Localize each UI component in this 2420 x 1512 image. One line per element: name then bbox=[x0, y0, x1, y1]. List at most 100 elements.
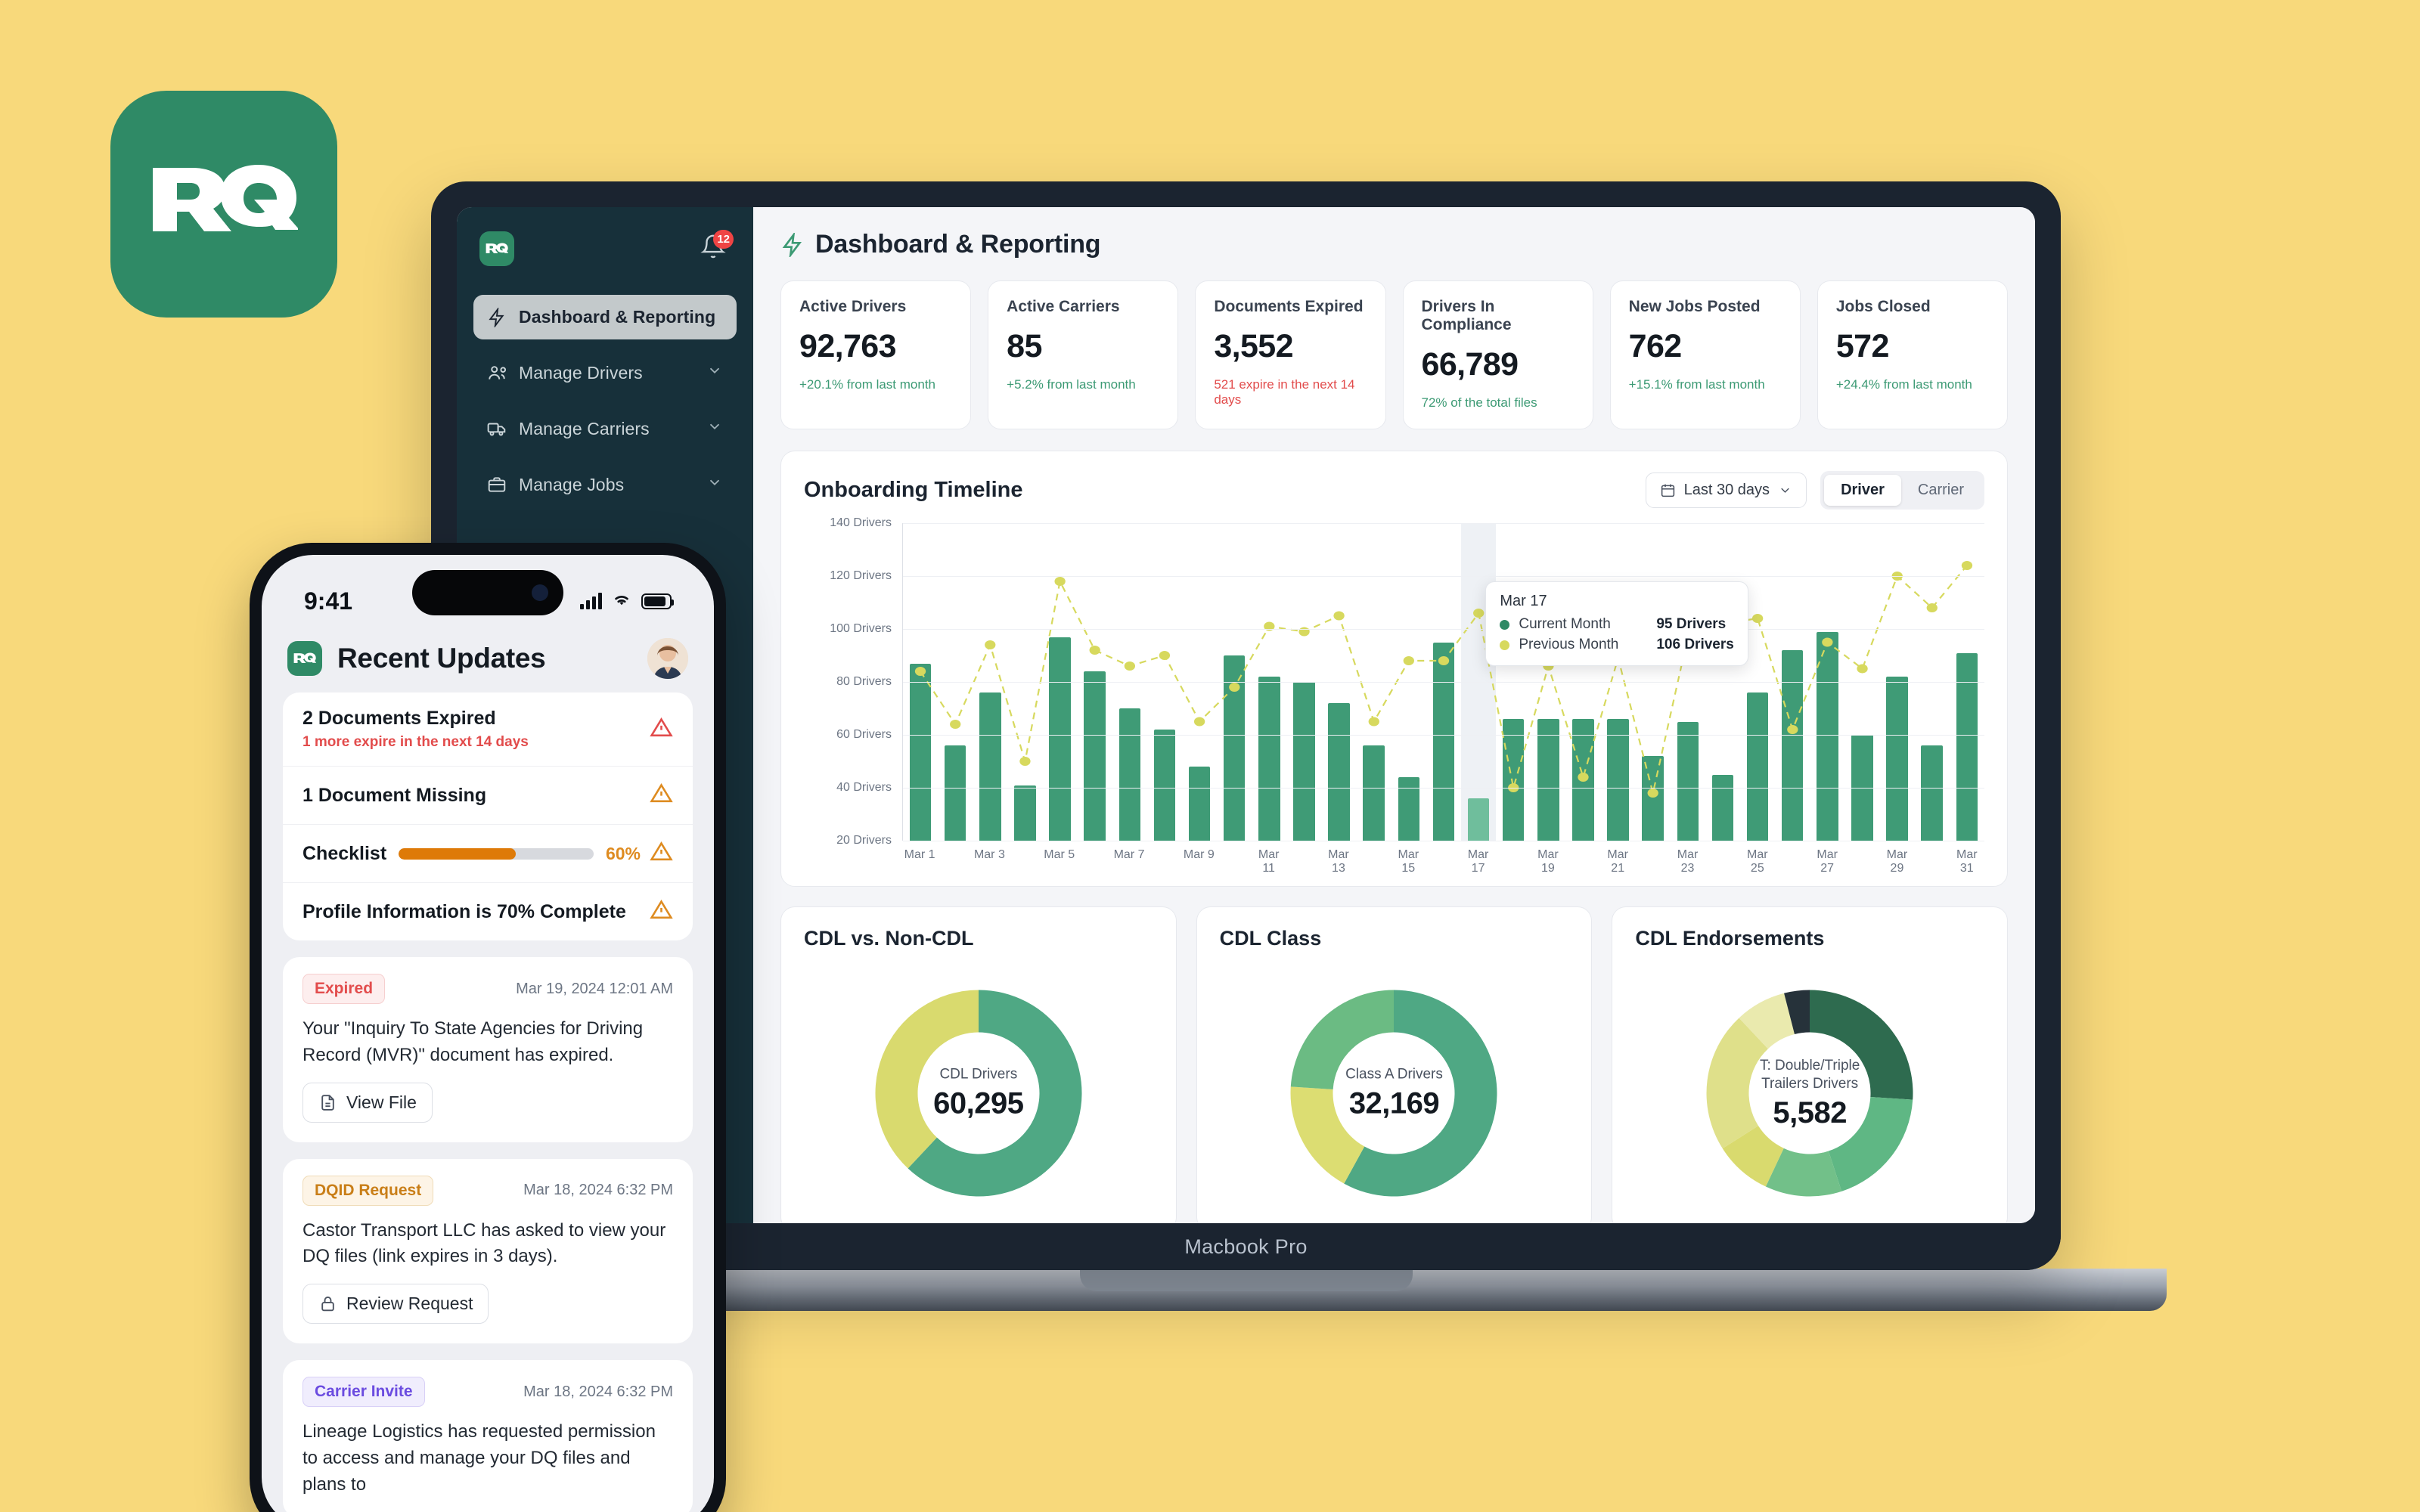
stat-card-documents-expired: Documents Expired 3,552 521 expire in th… bbox=[1195, 280, 1386, 429]
donut-card-grid: CDL vs. Non-CDL CDL Drivers 60,295 CDL C… bbox=[780, 906, 2008, 1223]
y-tick-label: 80 Drivers bbox=[836, 675, 892, 688]
x-tick-label: Mar 27 bbox=[1817, 848, 1838, 875]
line-point bbox=[1578, 773, 1589, 782]
gridline bbox=[903, 735, 1984, 736]
users-icon bbox=[487, 363, 507, 383]
alert-text: 1 Document Missing bbox=[302, 785, 641, 807]
tab-carrier[interactable]: Carrier bbox=[1901, 475, 1981, 506]
stat-card-grid: Active Drivers 92,763 +20.1% from last m… bbox=[780, 280, 2008, 429]
date-range-select[interactable]: Last 30 days bbox=[1645, 472, 1807, 508]
y-tick-label: 60 Drivers bbox=[836, 728, 892, 741]
dq-logo-icon bbox=[293, 652, 316, 663]
y-tick-label: 120 Drivers bbox=[830, 569, 892, 582]
donut-card-cdl-vs-non-cdl: CDL vs. Non-CDL CDL Drivers 60,295 bbox=[780, 906, 1177, 1223]
line-point bbox=[1019, 757, 1031, 766]
x-tick-label: Mar 31 bbox=[1956, 848, 1978, 875]
status-indicators bbox=[580, 591, 674, 612]
line-point bbox=[1926, 603, 1938, 612]
notification-body: Your "Inquiry To State Agencies for Driv… bbox=[302, 1018, 644, 1065]
stat-title: Jobs Closed bbox=[1835, 298, 1931, 315]
line-point bbox=[985, 640, 996, 649]
tooltip-row-previous: Previous Month 106 Drivers bbox=[1500, 637, 1734, 653]
donut-center: Class A Drivers 32,169 bbox=[1307, 1066, 1481, 1121]
dq-logo-icon bbox=[153, 165, 298, 231]
sidebar-item-manage-carriers[interactable]: Manage Carriers bbox=[473, 406, 737, 451]
x-tick-label: Mar 15 bbox=[1398, 848, 1419, 875]
x-tick-label: Mar 11 bbox=[1258, 848, 1280, 875]
x-tick-label: Mar 25 bbox=[1747, 848, 1768, 875]
donut-center-label-line2: Trailers Drivers bbox=[1761, 1075, 1859, 1092]
plot-area: Mar 17 Current Month 95 Drivers Previous… bbox=[902, 523, 1984, 841]
stat-delta: 72% of the total files bbox=[1421, 395, 1537, 410]
chart-tooltip: Mar 17 Current Month 95 Drivers Previous… bbox=[1485, 581, 1748, 666]
gridline bbox=[903, 523, 1984, 524]
notification-timestamp: Mar 18, 2024 6:32 PM bbox=[523, 1182, 673, 1199]
x-tick-label: Mar 7 bbox=[1113, 848, 1145, 861]
phone-app-logo bbox=[287, 641, 322, 676]
button-label: View File bbox=[346, 1092, 417, 1112]
page-header: Dashboard & Reporting bbox=[780, 230, 2008, 259]
line-point bbox=[1089, 646, 1100, 655]
status-time: 9:41 bbox=[304, 587, 353, 615]
stat-delta: 521 expire in the next 14 days bbox=[1214, 377, 1355, 407]
entity-toggle: Driver Carrier bbox=[1820, 471, 1984, 510]
sidebar-item-label: Manage Jobs bbox=[519, 474, 625, 494]
alert-row-document-missing[interactable]: 1 Document Missing bbox=[283, 767, 693, 825]
x-tick-label: Mar 1 bbox=[904, 848, 935, 861]
line-point bbox=[1193, 717, 1205, 727]
checklist-progress: Checklist 60% bbox=[302, 843, 641, 865]
x-tick-label bbox=[1775, 848, 1810, 874]
notifications-button[interactable]: 12 bbox=[700, 230, 734, 264]
line-point bbox=[1333, 611, 1345, 621]
sidebar-logo[interactable] bbox=[479, 231, 514, 266]
dynamic-island bbox=[412, 570, 563, 615]
warning-triangle-icon bbox=[650, 898, 673, 925]
x-tick-label bbox=[1565, 848, 1600, 874]
x-tick-label: Mar 17 bbox=[1467, 848, 1489, 875]
alert-row-profile-information[interactable]: Profile Information is 70% Complete bbox=[283, 883, 693, 940]
notification-header: Carrier Invite Mar 18, 2024 6:32 PM bbox=[302, 1377, 673, 1408]
sidebar-item-dashboard-reporting[interactable]: Dashboard & Reporting bbox=[473, 295, 737, 339]
donut-chart: Class A Drivers 32,169 bbox=[1220, 961, 1569, 1223]
review-request-button[interactable]: Review Request bbox=[302, 1284, 489, 1325]
legend-dot-previous-month bbox=[1500, 640, 1510, 650]
progress-bar bbox=[399, 847, 594, 860]
x-tick-label bbox=[1356, 848, 1391, 874]
gridline bbox=[903, 629, 1984, 630]
tab-driver[interactable]: Driver bbox=[1824, 475, 1901, 506]
x-tick-label bbox=[1705, 848, 1740, 874]
chevron-down-icon bbox=[1781, 488, 1789, 493]
sidebar-item-manage-jobs[interactable]: Manage Jobs bbox=[473, 462, 737, 507]
x-axis: Mar 1 Mar 3 Mar 5 Mar 7 Mar 9 Mar 11 Mar 13 Mar… bbox=[902, 841, 1984, 875]
alert-title: 2 Documents Expired bbox=[302, 708, 496, 729]
notification-badge: 12 bbox=[713, 230, 734, 249]
stat-title: New Jobs Posted bbox=[1628, 298, 1761, 315]
y-tick-label: 100 Drivers bbox=[830, 622, 892, 635]
sidebar-item-manage-drivers[interactable]: Manage Drivers bbox=[473, 350, 737, 395]
bolt-icon bbox=[782, 232, 802, 257]
sidebar-item-label: Manage Drivers bbox=[519, 362, 643, 383]
line-point bbox=[1054, 577, 1066, 586]
checklist-label: Checklist bbox=[302, 842, 387, 864]
line-path bbox=[920, 565, 1967, 793]
alert-title: Profile Information is 70% Complete bbox=[302, 900, 626, 922]
donut-title: CDL vs. Non-CDL bbox=[804, 927, 974, 950]
legend-dot-current-month bbox=[1500, 619, 1510, 630]
warning-triangle-icon bbox=[650, 716, 673, 743]
alert-row-checklist[interactable]: Checklist 60% bbox=[283, 825, 693, 883]
x-tick-label bbox=[1496, 848, 1531, 874]
tooltip-series-name: Current Month bbox=[1519, 616, 1611, 632]
status-badge: Expired bbox=[302, 974, 386, 1004]
avatar[interactable] bbox=[647, 638, 688, 679]
gridline bbox=[903, 788, 1984, 789]
alert-row-documents-expired[interactable]: 2 Documents Expired 1 more expire in the… bbox=[283, 692, 693, 767]
alerts-card: 2 Documents Expired 1 more expire in the… bbox=[283, 692, 693, 940]
sidebar-top-bar: 12 bbox=[473, 227, 737, 266]
wifi-icon bbox=[611, 591, 632, 612]
notification-body: Castor Transport LLC has asked to view y… bbox=[302, 1219, 666, 1267]
donut-center-label-line1: T: Double/Triple bbox=[1759, 1057, 1860, 1074]
view-file-button[interactable]: View File bbox=[302, 1082, 433, 1123]
stat-value: 92,763 bbox=[799, 328, 897, 364]
donut-chart: T: Double/Triple Trailers Drivers 5,582 bbox=[1635, 961, 1984, 1223]
y-tick-label: 20 Drivers bbox=[836, 834, 892, 847]
